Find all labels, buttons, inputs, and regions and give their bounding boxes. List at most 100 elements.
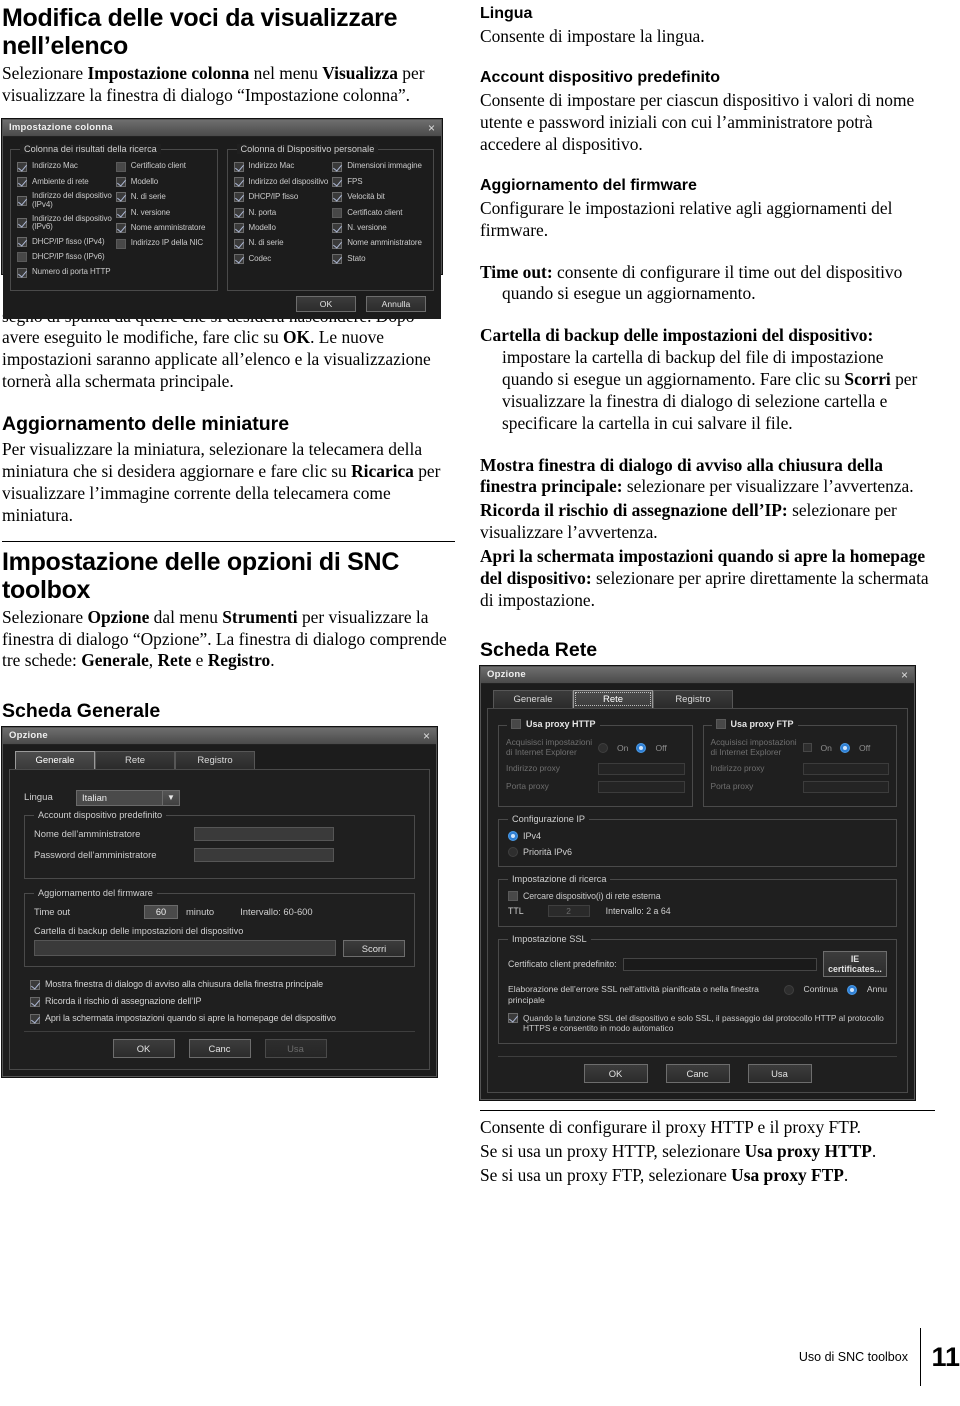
checkbox-row[interactable]: Indirizzo del dispositivo (IPv4) — [17, 192, 112, 209]
radio-annulla-icon[interactable] — [846, 984, 857, 995]
proxy-port-input[interactable] — [598, 781, 685, 794]
radio-on-icon[interactable] — [598, 742, 608, 753]
ttl-input[interactable]: 2 — [547, 905, 590, 918]
tab-generale[interactable]: Generale — [15, 750, 95, 769]
checkbox-row[interactable]: Dimensioni immagine — [332, 162, 427, 172]
checkbox-icon[interactable] — [17, 161, 27, 172]
checkbox-row[interactable]: Nome amministratore — [115, 223, 211, 234]
apply-button[interactable]: Usa — [747, 1064, 812, 1084]
proxy-address-input[interactable] — [598, 763, 685, 776]
close-icon[interactable]: × — [423, 730, 430, 742]
backup-folder-input[interactable] — [34, 940, 336, 957]
checkbox-icon[interactable] — [115, 161, 126, 172]
ie-certificates-button[interactable]: IE certificates... — [823, 951, 887, 978]
cancel-button[interactable]: Canc — [188, 1038, 251, 1058]
checkbox-icon[interactable] — [30, 1013, 40, 1024]
checkbox-icon[interactable] — [115, 223, 126, 234]
checkbox-icon[interactable] — [233, 254, 244, 265]
checkbox-icon[interactable] — [17, 177, 27, 188]
checkbox-icon[interactable] — [332, 254, 343, 265]
radio-off-icon[interactable] — [839, 742, 850, 753]
checkbox-icon[interactable] — [115, 192, 126, 203]
tab-generale[interactable]: Generale — [493, 689, 573, 708]
checkbox-row[interactable]: Certificato client — [332, 208, 427, 218]
checkbox-row[interactable]: N. versione — [332, 223, 427, 234]
checkbox-row[interactable]: Indirizzo del dispositivo — [233, 177, 328, 188]
checkbox-row[interactable]: N. di serie — [115, 192, 211, 203]
checkbox-icon[interactable] — [233, 238, 244, 249]
checkbox-icon[interactable] — [115, 207, 126, 218]
checkbox-icon[interactable] — [115, 177, 126, 188]
checkbox-row-mostra-avviso[interactable]: Mostra finestra di dialogo di avviso all… — [30, 979, 415, 990]
admin-password-input[interactable] — [194, 847, 334, 862]
admin-name-input[interactable] — [194, 826, 334, 841]
apply-button[interactable]: Usa — [264, 1038, 327, 1058]
checkbox-row[interactable]: DHCP/IP fisso (IPv6) — [17, 252, 112, 263]
checkbox-row-ssl-auto[interactable]: Quando la funzione SSL del dispositivo e… — [508, 1012, 887, 1035]
checkbox-row[interactable]: Velocità bit — [332, 192, 427, 203]
radio-row-ipv6[interactable]: Priorità IPv6 — [508, 847, 887, 858]
tab-registro[interactable]: Registro — [175, 750, 255, 769]
close-icon[interactable]: × — [901, 669, 908, 681]
checkbox-icon[interactable] — [332, 238, 343, 249]
opzione-generale-dialog[interactable]: Opzione × Generale Rete Registro Lingua … — [2, 726, 437, 1077]
cancel-button[interactable]: Canc — [665, 1064, 730, 1084]
checkbox-icon[interactable] — [332, 192, 343, 203]
checkbox-icon[interactable] — [17, 236, 27, 247]
radio-ipv6-icon[interactable] — [508, 847, 518, 858]
checkbox-icon[interactable] — [17, 195, 27, 206]
checkbox-icon[interactable] — [233, 223, 244, 234]
checkbox-row-ricorda-rischio[interactable]: Ricorda il rischio di assegnazione dell’… — [30, 996, 415, 1007]
checkbox-icon[interactable] — [332, 177, 343, 188]
checkbox-row-apri-schermata[interactable]: Apri la schermata impostazioni quando si… — [30, 1013, 415, 1024]
checkbox-row[interactable]: Modello — [233, 223, 329, 234]
opzione-rete-dialog[interactable]: Opzione × Generale Rete Registro Usa pro… — [480, 665, 915, 1101]
checkbox-icon[interactable] — [30, 979, 40, 990]
checkbox-row[interactable]: Indirizzo Mac — [233, 162, 329, 172]
checkbox-row[interactable]: Ambiente di rete — [17, 177, 112, 188]
checkbox-row[interactable]: N. di serie — [233, 238, 329, 249]
checkbox-row[interactable]: N. porta — [233, 207, 329, 218]
radio-ipv4-icon[interactable] — [508, 831, 518, 842]
impostazione-colonna-dialog[interactable]: Impostazione colonna × Colonna dei risul… — [2, 118, 442, 319]
checkbox-icon[interactable] — [233, 207, 244, 218]
checkbox-row[interactable]: FPS — [332, 177, 427, 188]
checkbox-icon[interactable] — [17, 252, 27, 263]
close-icon[interactable]: × — [428, 122, 435, 134]
tab-rete[interactable]: Rete — [95, 750, 175, 769]
ok-button[interactable]: OK — [296, 295, 356, 312]
checkbox-row[interactable]: Certificato client — [115, 161, 211, 172]
checkbox-row[interactable]: Indirizzo IP della NIC — [115, 238, 211, 249]
checkbox-icon[interactable] — [17, 267, 27, 278]
radio-continua-icon[interactable] — [783, 984, 794, 995]
checkbox-row[interactable]: Nome amministratore — [332, 239, 427, 249]
ok-button[interactable]: OK — [583, 1064, 648, 1084]
checkbox-row[interactable]: Numero di porta HTTP — [17, 267, 112, 278]
checkbox-row[interactable]: N. versione — [115, 207, 211, 218]
checkbox-row[interactable]: Modello — [115, 177, 211, 188]
checkbox-icon[interactable] — [508, 1012, 518, 1023]
checkbox-icon[interactable] — [115, 238, 126, 249]
checkbox-row-cerca-esterna[interactable]: Cercare dispositivo(i) di rete esterna — [508, 891, 887, 902]
checkbox-icon[interactable] — [332, 161, 343, 172]
cancel-button[interactable]: Annulla — [366, 295, 426, 312]
tab-rete[interactable]: Rete — [573, 689, 653, 708]
checkbox-icon[interactable] — [508, 891, 518, 902]
tab-registro[interactable]: Registro — [653, 689, 733, 708]
radio-row-ipv4[interactable]: IPv4 — [508, 831, 887, 842]
ok-button[interactable]: OK — [112, 1038, 175, 1058]
checkbox-row[interactable]: Indirizzo del dispositivo (IPv6) — [17, 214, 112, 232]
radio-on-icon[interactable] — [802, 743, 812, 753]
radio-off-icon[interactable] — [636, 742, 647, 753]
checkbox-icon[interactable] — [715, 718, 726, 729]
checkbox-row[interactable]: Codec — [233, 254, 329, 265]
language-select[interactable]: Italian ▼ — [76, 789, 180, 806]
checkbox-row[interactable]: DHCP/IP fisso — [233, 192, 329, 203]
chevron-down-icon[interactable]: ▼ — [162, 790, 179, 805]
checkbox-row[interactable]: DHCP/IP fisso (IPv4) — [17, 237, 112, 247]
proxy-address-input[interactable] — [802, 763, 889, 776]
checkbox-icon[interactable] — [332, 223, 343, 234]
timeout-input[interactable]: 60 — [144, 904, 178, 919]
checkbox-icon[interactable] — [233, 192, 244, 203]
proxy-port-input[interactable] — [802, 781, 889, 794]
